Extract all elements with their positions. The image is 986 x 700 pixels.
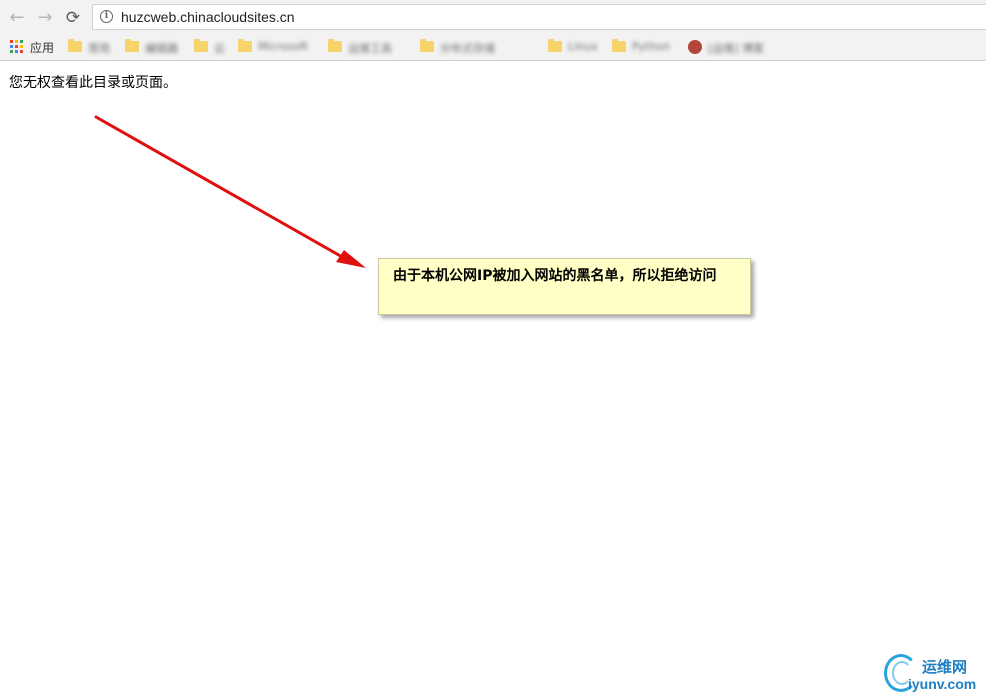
arrow-head-icon xyxy=(336,250,366,268)
annotation-callout: 由于本机公网IP被加入网站的黑名单，所以拒绝访问 xyxy=(378,258,751,315)
watermark-en: iyunv.com xyxy=(908,676,977,692)
callout-text: 由于本机公网IP被加入网站的黑名单，所以拒绝访问 xyxy=(393,268,717,284)
watermark-cn: 运维网 xyxy=(922,658,968,676)
arrow-shaft xyxy=(94,115,346,260)
annotation-arrow xyxy=(94,115,366,268)
watermark-logo: 运维网 iyunv.com xyxy=(880,652,986,700)
